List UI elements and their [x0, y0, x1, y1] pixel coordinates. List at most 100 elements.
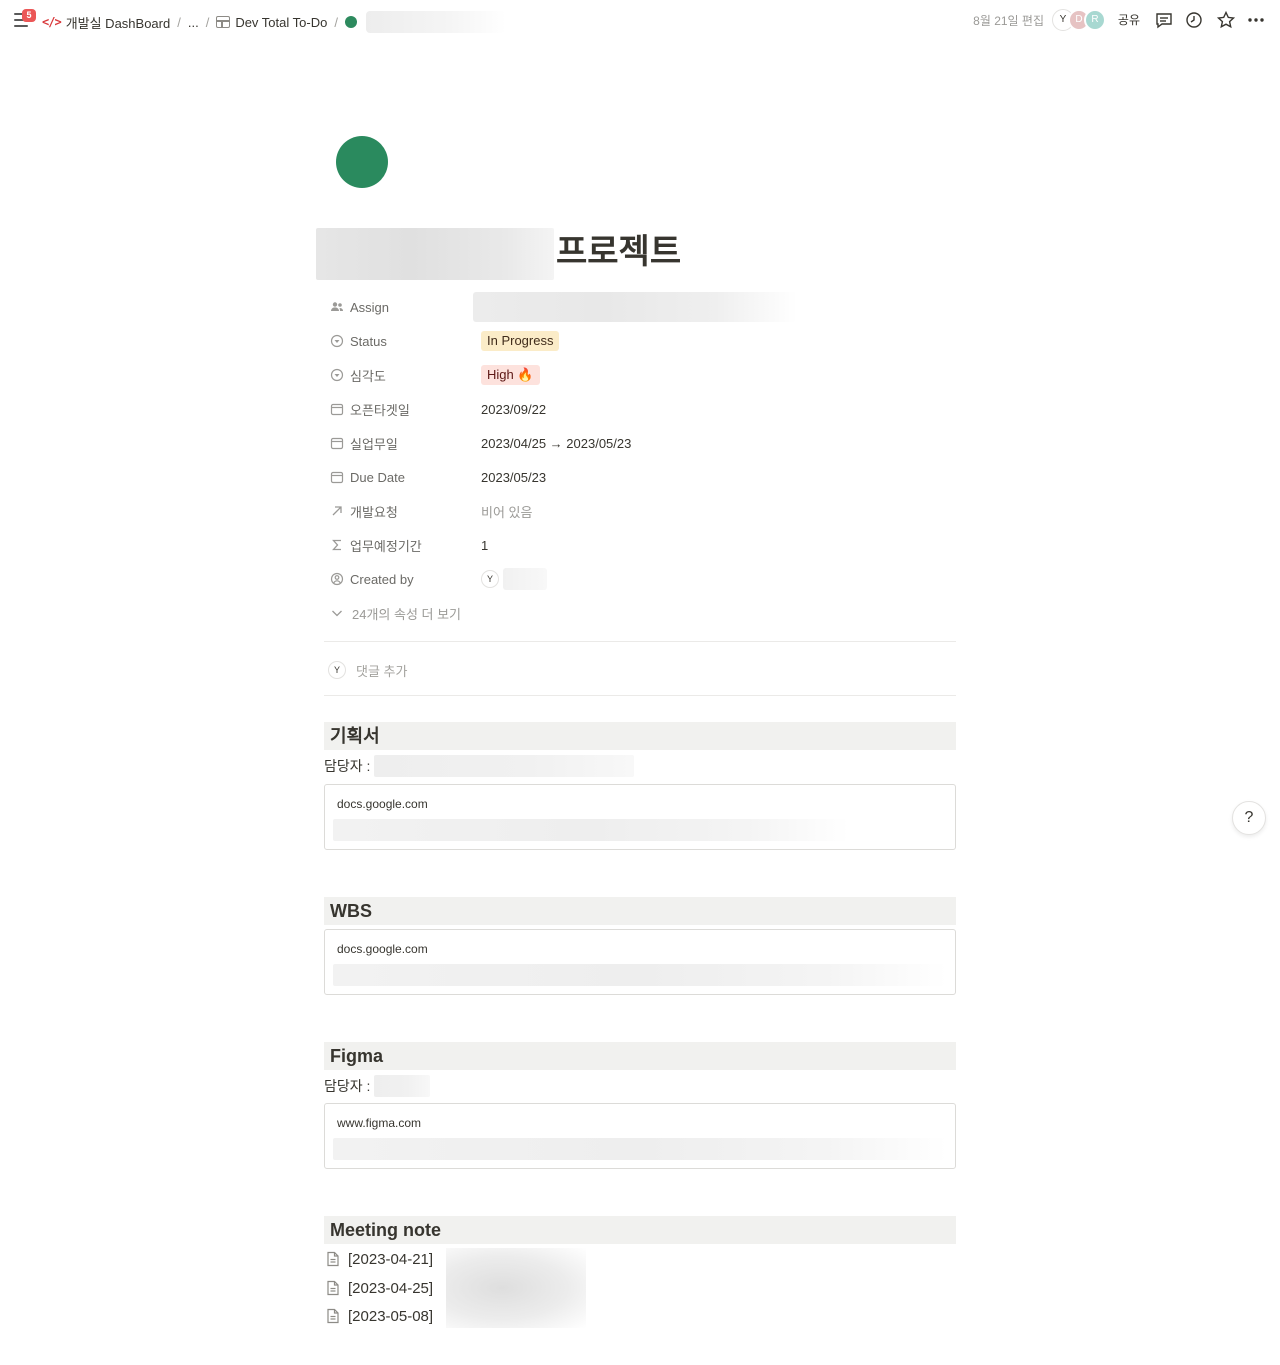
- property-name[interactable]: Created by: [324, 572, 474, 587]
- meeting-note-label: [2023-05-08]: [348, 1307, 434, 1325]
- redacted-bookmark-title: [333, 964, 947, 986]
- meeting-note-link[interactable]: [2023-04-25]: [326, 1275, 433, 1301]
- people-icon: [330, 300, 344, 314]
- property-row-created-by: Created by Y: [324, 562, 956, 596]
- calendar-icon: [330, 470, 344, 484]
- breadcrumb-ellipsis[interactable]: ...: [186, 15, 201, 30]
- property-label: Status: [350, 333, 387, 349]
- redacted-meeting-titles: [446, 1248, 586, 1328]
- meeting-note-link[interactable]: [2023-05-08]: [326, 1303, 433, 1329]
- breadcrumb-workspace[interactable]: </> 개발실 DashBoard: [40, 13, 172, 32]
- property-row-expected-period: 업무예정기간 1: [324, 528, 956, 562]
- property-value[interactable]: High 🔥: [474, 365, 956, 385]
- section-heading-figma[interactable]: Figma: [324, 1042, 956, 1070]
- divider: [324, 695, 956, 696]
- comments-icon[interactable]: [1154, 10, 1174, 30]
- property-name[interactable]: 오픈타겟일: [324, 400, 474, 419]
- property-row-severity: 심각도 High 🔥: [324, 358, 956, 392]
- property-label: Due Date: [350, 469, 405, 485]
- calendar-icon: [330, 402, 344, 416]
- breadcrumb-current-page[interactable]: [343, 11, 508, 33]
- property-value[interactable]: 2023/09/22: [474, 402, 956, 417]
- property-label: Created by: [350, 571, 414, 587]
- chevron-down-icon: [330, 606, 344, 620]
- breadcrumb-database-label: Dev Total To-Do: [235, 14, 328, 30]
- more-options-icon[interactable]: [1246, 10, 1266, 30]
- property-name[interactable]: 개발요청: [324, 502, 474, 521]
- property-name[interactable]: Due Date: [324, 470, 474, 485]
- show-more-properties[interactable]: 24개의 속성 더 보기: [324, 596, 956, 630]
- clock-icon[interactable]: [1184, 10, 1204, 30]
- redacted-bookmark-title: [333, 1138, 947, 1160]
- meeting-note-label: [2023-04-21]: [348, 1250, 434, 1268]
- property-name[interactable]: Assign: [324, 300, 474, 315]
- breadcrumb-workspace-label: 개발실 DashBoard: [65, 15, 171, 31]
- meeting-note-link[interactable]: [2023-04-21]: [326, 1246, 433, 1272]
- property-value[interactable]: 2023/04/25 → 2023/05/23: [474, 436, 956, 451]
- property-value[interactable]: 1: [474, 538, 956, 553]
- section-heading-plan[interactable]: 기획서: [324, 722, 956, 750]
- code-icon: </>: [42, 15, 62, 29]
- top-bar: 5 </> 개발실 DashBoard / ... / Dev Total To…: [0, 0, 1280, 40]
- avatar: Y: [481, 570, 499, 588]
- property-value[interactable]: Y: [474, 568, 956, 590]
- property-row-dev-request: 개발요청 비어 있음: [324, 494, 956, 528]
- property-name[interactable]: Status: [324, 334, 474, 349]
- status-badge[interactable]: In Progress: [481, 331, 560, 351]
- section-heading-meeting[interactable]: Meeting note: [324, 1216, 956, 1244]
- property-row-status: Status In Progress: [324, 324, 956, 358]
- help-button[interactable]: ?: [1232, 801, 1266, 835]
- redacted-manager: [374, 1075, 431, 1097]
- property-name[interactable]: 업무예정기간: [324, 536, 474, 555]
- share-button[interactable]: 공유: [1118, 11, 1140, 28]
- breadcrumb-database[interactable]: Dev Total To-Do: [214, 15, 329, 30]
- person-circle-icon: [330, 572, 344, 586]
- property-value-empty[interactable]: 비어 있음: [474, 502, 956, 521]
- breadcrumb-separator: /: [205, 14, 210, 30]
- section-heading-wbs[interactable]: WBS: [324, 897, 956, 925]
- avatar: R: [1084, 9, 1106, 31]
- severity-badge[interactable]: High 🔥: [481, 365, 540, 385]
- bookmark-url: docs.google.com: [337, 797, 428, 811]
- property-label: Assign: [350, 299, 390, 315]
- property-label: 심각도: [350, 368, 386, 384]
- property-value[interactable]: 2023/05/23: [474, 470, 956, 485]
- property-row-work-dates: 실업무일 2023/04/25 → 2023/05/23: [324, 426, 956, 460]
- meeting-note-label: [2023-04-25]: [348, 1279, 434, 1297]
- calendar-icon: [330, 436, 344, 450]
- redacted-assignees: [473, 292, 797, 322]
- status-icon: [330, 334, 344, 348]
- manager-line: 담당자 :: [324, 1075, 431, 1097]
- bookmark-figma[interactable]: www.figma.com: [324, 1103, 956, 1169]
- redacted-page-name: [365, 11, 506, 33]
- comment-placeholder: 댓글 추가: [356, 663, 408, 679]
- bookmark-wbs[interactable]: docs.google.com: [324, 929, 956, 995]
- breadcrumb-separator: /: [334, 14, 338, 30]
- bookmark-url: docs.google.com: [337, 942, 428, 956]
- properties-panel: Assign Status In Progress 심각도 High 🔥 오픈타…: [324, 290, 956, 630]
- redacted-creator-name: [503, 568, 547, 590]
- property-name[interactable]: 심각도: [324, 366, 474, 385]
- redacted-bookmark-title: [333, 819, 849, 841]
- page-dot-icon: [344, 16, 357, 28]
- breadcrumb-ellipsis-label: ...: [187, 14, 199, 30]
- property-row-open-target: 오픈타겟일 2023/09/22: [324, 392, 956, 426]
- page-icon[interactable]: [336, 136, 388, 188]
- divider: [324, 641, 956, 642]
- redacted-manager: [374, 755, 635, 777]
- comment-input[interactable]: Y 댓글 추가: [324, 656, 956, 684]
- bookmark-plan[interactable]: docs.google.com: [324, 784, 956, 850]
- property-value[interactable]: [473, 292, 956, 322]
- property-label: 업무예정기간: [350, 538, 422, 554]
- manager-label: 담당자 :: [324, 1078, 371, 1094]
- property-label: 오픈타겟일: [350, 402, 410, 418]
- last-edited: 8월 21일 편집: [973, 14, 1044, 28]
- relation-arrow-icon: [330, 504, 344, 518]
- avatar-group[interactable]: Y D R: [1052, 9, 1106, 31]
- property-row-assign: Assign: [324, 290, 956, 324]
- star-icon[interactable]: [1216, 10, 1236, 30]
- property-value[interactable]: In Progress: [474, 331, 956, 351]
- page-title[interactable]: 프로젝트: [556, 230, 681, 274]
- property-row-due-date: Due Date 2023/05/23: [324, 460, 956, 494]
- property-name[interactable]: 실업무일: [324, 434, 474, 453]
